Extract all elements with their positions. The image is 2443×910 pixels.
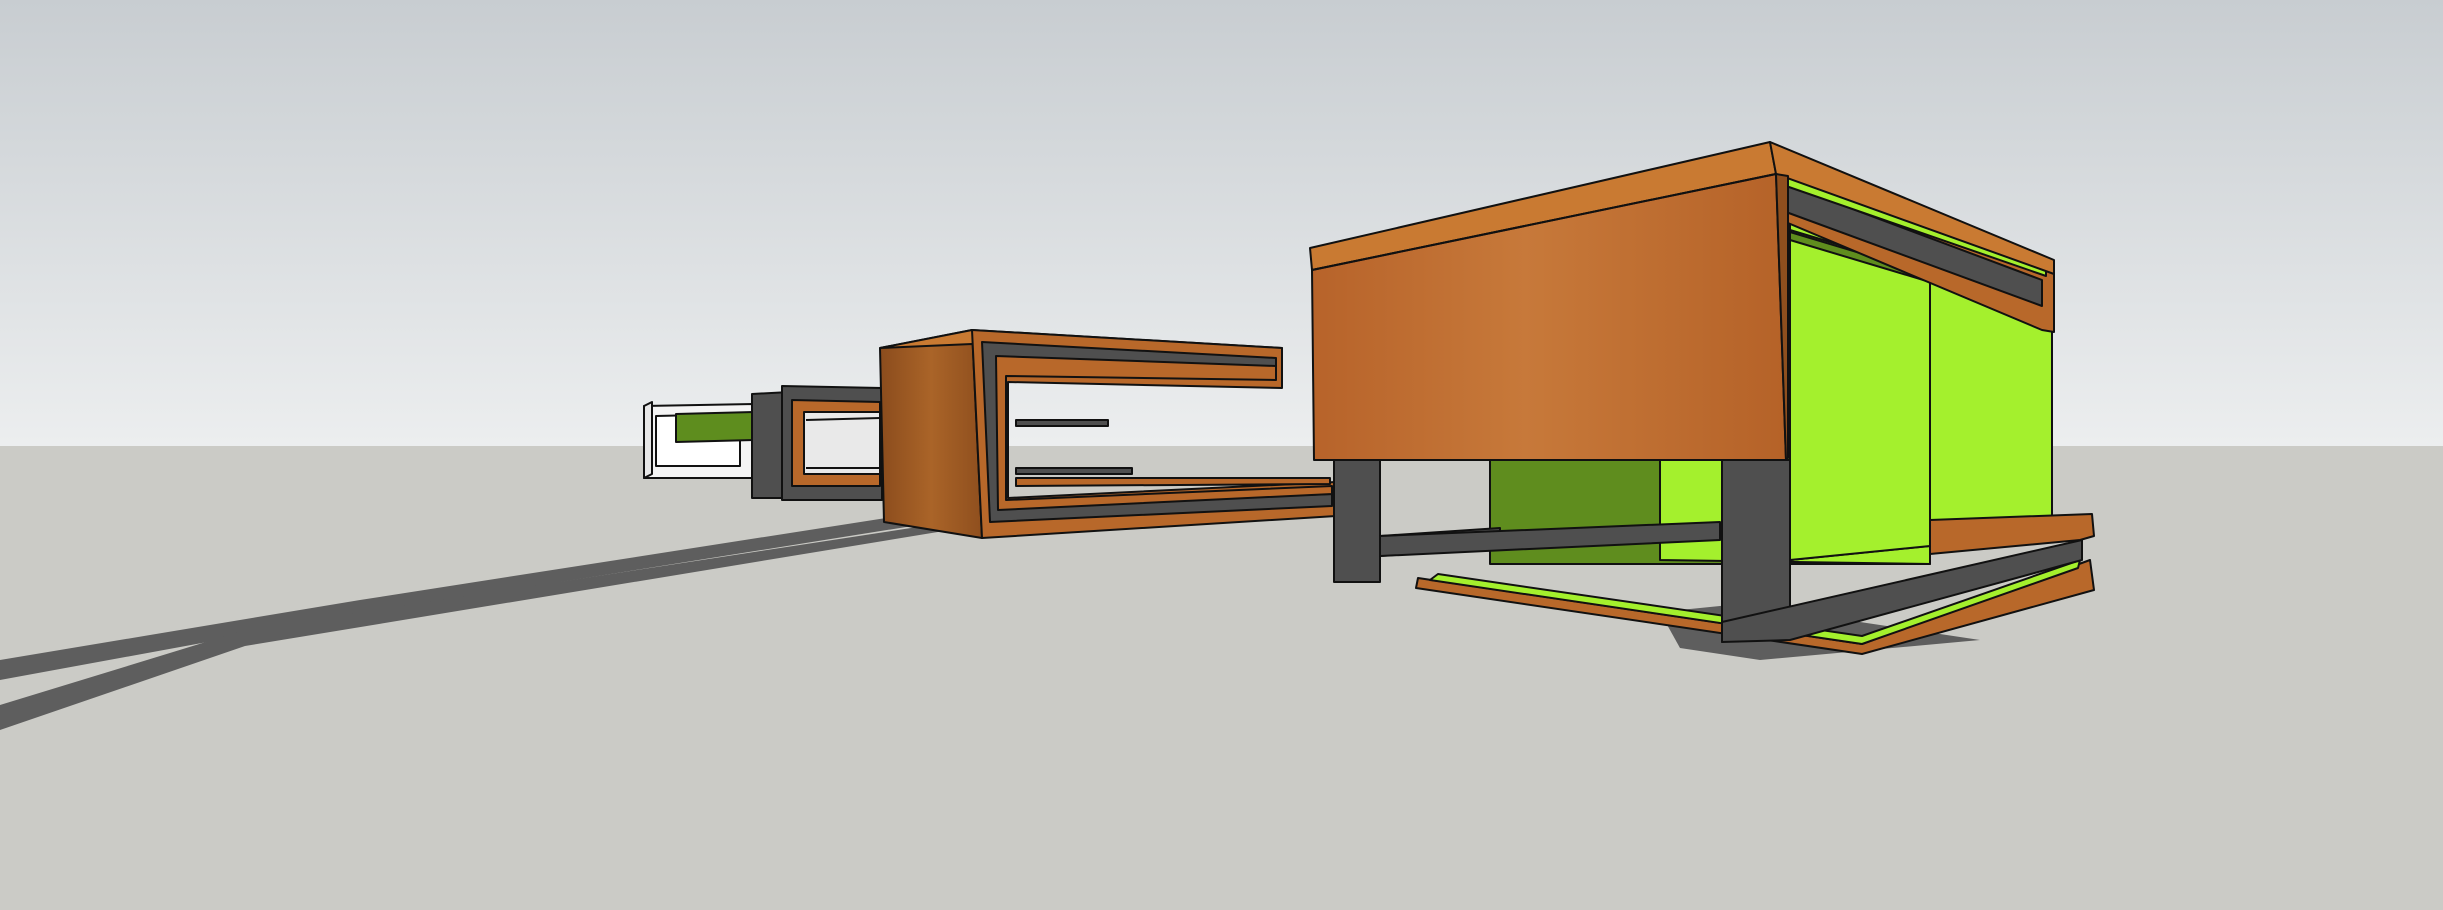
small-grey-module[interactable] — [751, 385, 883, 501]
modeling-scene[interactable] — [0, 0, 2443, 910]
3d-viewport[interactable] — [0, 0, 2443, 910]
white-module[interactable] — [643, 401, 755, 479]
